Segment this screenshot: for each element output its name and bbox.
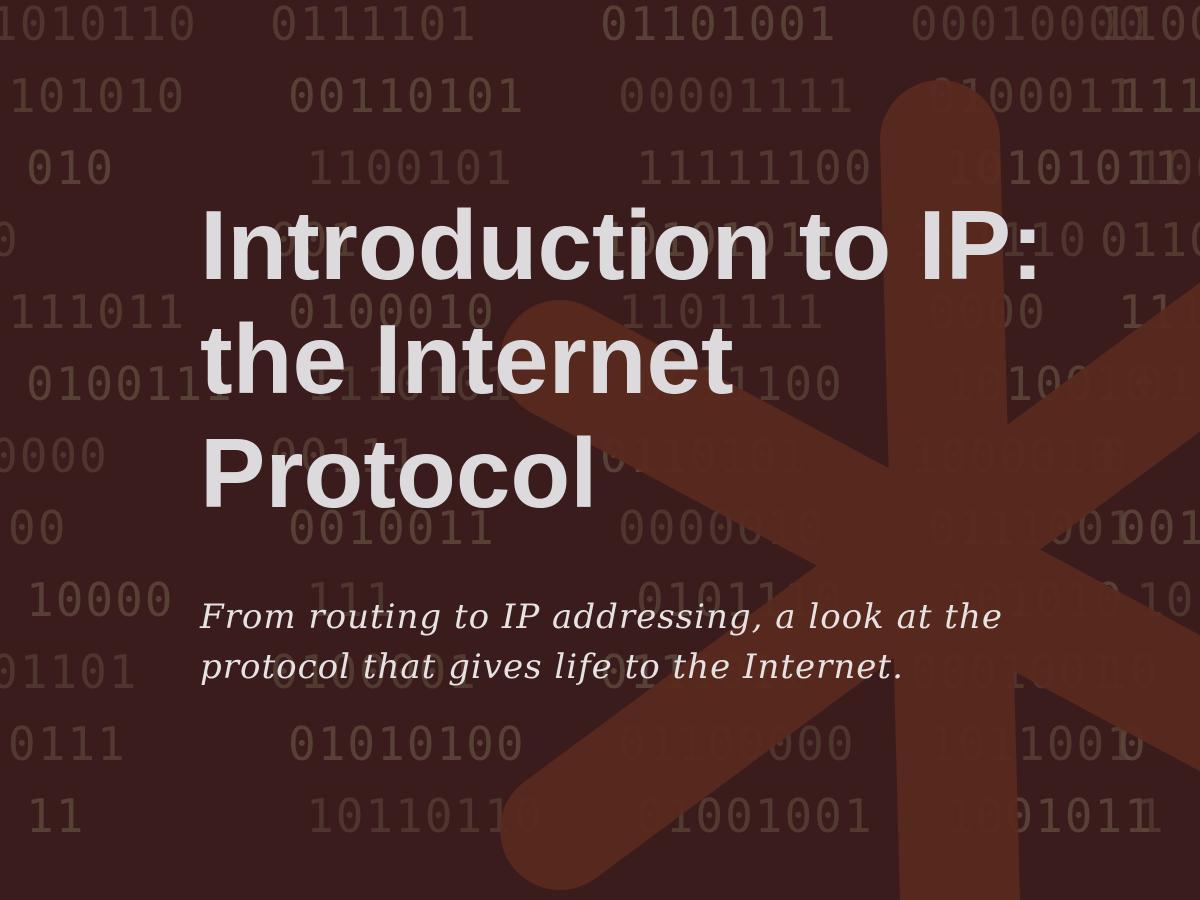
slide-subtitle: From routing to IP addressing, a look at… <box>200 597 1003 687</box>
title-slide: 1010110011110101101001000100001100011101… <box>0 0 1200 900</box>
slide-title: Introduction to IP: the Internet Protoco… <box>200 190 1044 528</box>
